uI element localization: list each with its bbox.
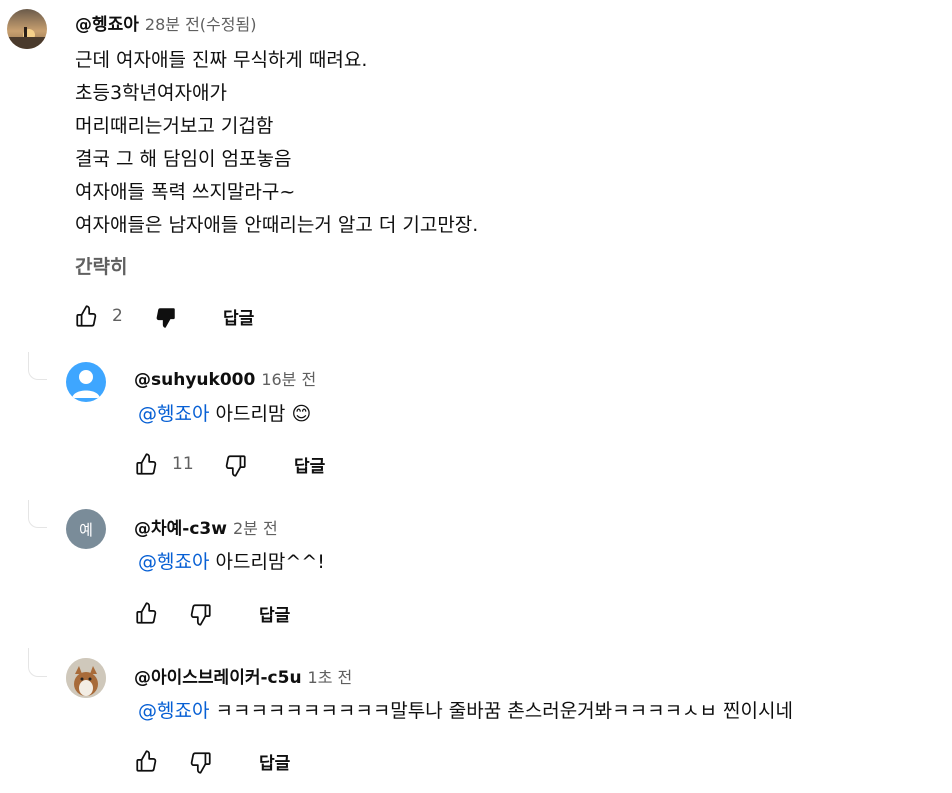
thumbs-up-icon[interactable] <box>74 303 100 329</box>
reply-text: 아드리맘^^! <box>209 551 325 573</box>
reply-body: @헹죠아 아드리맘 😊 <box>138 398 311 431</box>
mention-link[interactable]: @헹죠아 <box>138 551 209 573</box>
thread-connector <box>28 352 47 380</box>
thumbs-up-icon[interactable] <box>134 748 160 774</box>
smile-emoji: 😊 <box>291 403 312 425</box>
thumbs-down-icon[interactable] <box>187 750 213 776</box>
like-button[interactable]: 11 <box>134 451 194 477</box>
author-handle[interactable]: @suhyuk000 <box>134 370 255 390</box>
avatar-initial: 예 <box>79 520 93 539</box>
thumbs-up-icon[interactable] <box>134 451 160 477</box>
cat-avatar-image <box>66 658 106 698</box>
like-button[interactable]: 2 <box>74 303 123 329</box>
comment-line: 여자애들 폭력 쓰지말라구~ <box>75 181 296 203</box>
like-button[interactable] <box>134 600 160 626</box>
reply-timestamp[interactable]: 16분 전 <box>261 370 316 389</box>
thumbs-up-icon[interactable] <box>134 600 160 626</box>
reply-text: ㅋㅋㅋㅋㅋㅋㅋㅋㅋㅋ말투나 줄바꿈 촌스러운거봐ㅋㅋㅋㅋㅅㅂ 찐이시네 <box>209 700 793 722</box>
thread-connector <box>28 648 47 677</box>
like-button[interactable] <box>134 748 160 774</box>
avatar[interactable] <box>7 9 47 49</box>
like-count: 2 <box>112 306 123 326</box>
mention-link[interactable]: @헹죠아 <box>138 403 209 425</box>
comment-timestamp[interactable]: 28분 전(수정됨) <box>145 15 257 34</box>
thumbs-down-icon[interactable] <box>152 305 178 331</box>
reply-author[interactable]: @차예-c3w 2분 전 <box>134 514 278 539</box>
author-handle[interactable]: @아이스브레이커-c5u <box>134 668 302 688</box>
like-count: 11 <box>172 454 194 474</box>
default-user-icon <box>72 370 100 398</box>
reply-body: @헹죠아 ㅋㅋㅋㅋㅋㅋㅋㅋㅋㅋ말투나 줄바꿈 촌스러운거봐ㅋㅋㅋㅋㅅㅂ 찐이시네 <box>138 695 793 728</box>
comment-line: 결국 그 해 담임이 엄포놓음 <box>75 148 292 170</box>
dislike-button[interactable] <box>187 602 213 628</box>
avatar[interactable] <box>66 362 106 402</box>
dislike-button[interactable] <box>152 305 178 331</box>
mention-link[interactable]: @헹죠아 <box>138 700 209 722</box>
comment-line: 머리때리는거보고 기겁함 <box>75 115 274 137</box>
reply-timestamp[interactable]: 2분 전 <box>233 519 278 538</box>
reply-button[interactable]: 답글 <box>294 452 325 477</box>
reply-timestamp[interactable]: 1초 전 <box>308 668 353 687</box>
read-less-button[interactable]: 간략히 <box>75 252 127 279</box>
reply-body: @헹죠아 아드리맘^^! <box>138 546 325 579</box>
comment-body: 근데 여자애들 진짜 무식하게 때려요. 초등3학년여자애가 머리때리는거보고 … <box>75 44 478 242</box>
comment-line: 초등3학년여자애가 <box>75 82 227 104</box>
reply-author[interactable]: @아이스브레이커-c5u 1초 전 <box>134 663 352 688</box>
reply-button[interactable]: 답글 <box>259 601 290 626</box>
reply-text: 아드리맘 <box>209 403 286 425</box>
avatar[interactable] <box>66 658 106 698</box>
comment-line: 근데 여자애들 진짜 무식하게 때려요. <box>75 49 368 71</box>
reply-author[interactable]: @suhyuk000 16분 전 <box>134 366 316 390</box>
dislike-button[interactable] <box>222 453 248 479</box>
author-handle[interactable]: @차예-c3w <box>134 519 227 539</box>
author-handle[interactable]: @헹죠아 <box>75 15 139 35</box>
reply-button[interactable]: 답글 <box>259 749 290 774</box>
sunset-avatar-image <box>7 27 47 49</box>
dislike-button[interactable] <box>187 750 213 776</box>
comment-line: 여자애들은 남자애들 안때리는거 알고 더 기고만장. <box>75 214 479 236</box>
reply-button[interactable]: 답글 <box>223 304 254 329</box>
thumbs-down-icon[interactable] <box>187 602 213 628</box>
thread-connector <box>28 500 47 528</box>
comment-author[interactable]: @헹죠아 28분 전(수정됨) <box>75 10 256 35</box>
avatar[interactable]: 예 <box>66 509 106 549</box>
thumbs-down-icon[interactable] <box>222 453 248 479</box>
